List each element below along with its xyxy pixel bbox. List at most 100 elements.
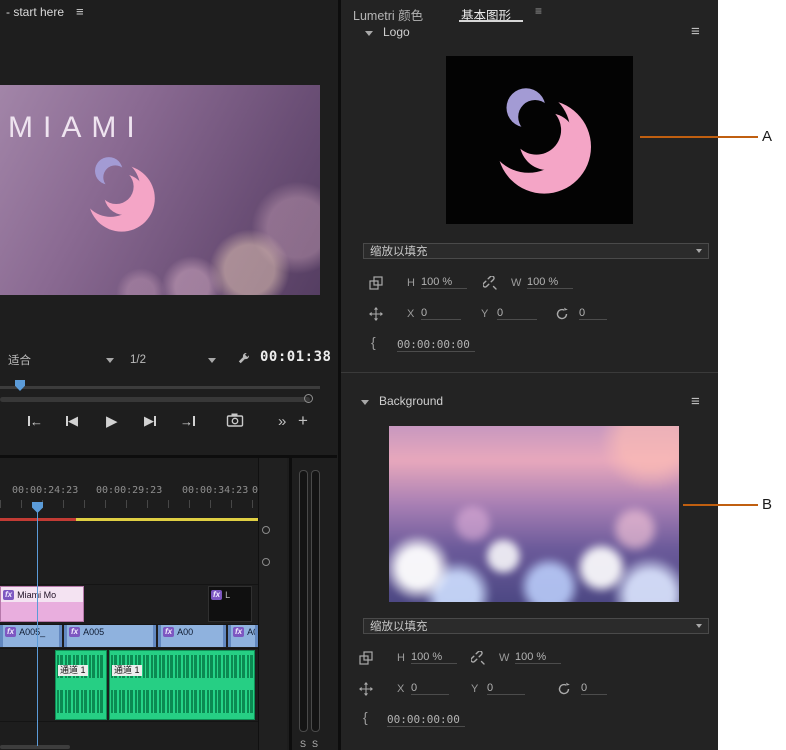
clip-label: A005: [83, 627, 105, 637]
tab-lumetri-color[interactable]: Lumetri 颜色: [353, 5, 423, 24]
video-clip-a005[interactable]: fx A005: [64, 625, 156, 647]
keyframe-brace-icon[interactable]: {: [371, 334, 376, 350]
section-timecode[interactable]: 00:00:00:00: [387, 713, 465, 727]
fx-badge[interactable]: fx: [211, 590, 223, 600]
rotation-value[interactable]: 0: [579, 307, 607, 320]
ruler-timecode: 00:00:34:23: [182, 485, 249, 496]
h-label: H: [407, 277, 415, 289]
scale-mode-dropdown[interactable]: 缩放以填充: [363, 243, 709, 259]
moon-logo-graphic: [88, 157, 155, 232]
unlink-icon[interactable]: [483, 276, 497, 290]
settings-wrench-icon[interactable]: [236, 351, 251, 366]
w-label: W: [499, 652, 510, 664]
program-timecode[interactable]: 00:01:38: [260, 349, 331, 365]
clip-label: A005_: [19, 627, 46, 637]
section-divider: [341, 372, 718, 373]
x-label: X: [407, 308, 415, 320]
clip-label: A0: [247, 627, 258, 637]
hamburger-menu-icon[interactable]: ≡: [76, 4, 84, 19]
video-clip-a005[interactable]: fx A0: [228, 625, 258, 647]
monitor-playhead[interactable]: [15, 380, 25, 391]
y-position-value[interactable]: 0: [487, 682, 525, 695]
height-value[interactable]: 100 %: [421, 276, 467, 289]
timeline-panel: 00:00:24:23 00:00:29:23 00:00:34:23 00 f…: [0, 455, 337, 750]
logo-layer-thumbnail[interactable]: [446, 56, 633, 224]
fit-dropdown[interactable]: 适合: [8, 352, 114, 368]
audio-clip[interactable]: 通道 1: [55, 650, 107, 720]
audio-clip[interactable]: 通道 1: [109, 650, 255, 720]
step-back-button[interactable]: ◀: [66, 411, 78, 431]
section-title-logo[interactable]: Logo: [383, 25, 410, 39]
work-area-bar-yellow: [76, 518, 258, 521]
rotation-icon[interactable]: [555, 307, 569, 321]
rotation-icon[interactable]: [557, 682, 571, 696]
audio-waveform: [57, 690, 105, 713]
ruler-timecode: 00:00:24:23: [12, 485, 79, 496]
tab-group-menu-icon[interactable]: ≡: [535, 4, 542, 18]
track-height-handle[interactable]: [262, 558, 270, 566]
ruler-timecode: 00:00:29:23: [96, 485, 163, 496]
scale-icon[interactable]: [369, 276, 383, 290]
video-clip-a005[interactable]: fx A00: [158, 625, 226, 647]
x-position-value[interactable]: 0: [411, 682, 449, 695]
button-editor-plus[interactable]: +: [298, 411, 308, 431]
zoom-scrollbar-handle[interactable]: [304, 394, 313, 403]
scale-icon[interactable]: [359, 651, 373, 665]
fx-badge[interactable]: fx: [69, 627, 81, 637]
program-monitor-preview: MIAMI: [0, 85, 320, 295]
step-forward-button[interactable]: ▶: [144, 411, 156, 431]
section-title-background[interactable]: Background: [379, 394, 443, 408]
fx-badge[interactable]: fx: [3, 589, 15, 600]
video-clip-lumetri[interactable]: fx L: [208, 586, 252, 622]
fx-badge[interactable]: fx: [233, 627, 245, 637]
goto-in-button[interactable]: ←: [28, 411, 43, 431]
unlink-icon[interactable]: [471, 651, 485, 665]
video-clip-miami[interactable]: fx Miami Mo: [0, 586, 84, 622]
window-title: - start here: [6, 5, 65, 19]
solo-button[interactable]: S: [300, 739, 306, 749]
panel-menu-icon[interactable]: ≡: [691, 23, 700, 40]
scale-mode-dropdown[interactable]: 缩放以填充: [363, 618, 709, 634]
height-value[interactable]: 100 %: [411, 651, 457, 664]
more-buttons-chevron[interactable]: »: [278, 411, 286, 431]
export-frame-camera-icon[interactable]: [226, 412, 244, 428]
keyframe-brace-icon[interactable]: {: [363, 709, 368, 725]
timeline-playhead-line[interactable]: [37, 504, 38, 746]
audio-meters-panel: S S: [289, 458, 337, 750]
position-icon[interactable]: [369, 307, 383, 321]
chevron-down-icon: [106, 357, 114, 363]
premiere-tutorial-screenshot: { "window": { "title": "- start here" },…: [0, 0, 786, 750]
width-value[interactable]: 100 %: [527, 276, 573, 289]
timeline-playhead-handle[interactable]: [32, 502, 43, 513]
video-clip-a005[interactable]: fx A005_: [0, 625, 62, 647]
chevron-down-icon: [208, 357, 216, 363]
width-value[interactable]: 100 %: [515, 651, 561, 664]
y-position-value[interactable]: 0: [497, 307, 537, 320]
monitor-zoom-scrollbar[interactable]: [0, 397, 310, 402]
x-position-value[interactable]: 0: [421, 307, 461, 320]
audio-meter-right: [311, 470, 320, 732]
play-icon: ▶: [106, 413, 118, 430]
resolution-dropdown-value: 1/2: [130, 354, 146, 366]
work-area-bar-red: [0, 518, 76, 521]
scale-mode-value: 缩放以填充: [370, 621, 428, 633]
panel-menu-icon[interactable]: ≡: [691, 393, 700, 410]
chevron-down-icon[interactable]: [361, 400, 369, 405]
position-icon[interactable]: [359, 682, 373, 696]
fx-badge[interactable]: fx: [5, 627, 17, 637]
rotation-value[interactable]: 0: [581, 682, 607, 695]
timeline-horizontal-scrollbar[interactable]: [0, 745, 70, 749]
play-button[interactable]: ▶: [106, 411, 118, 431]
timeline-track-scroll-column[interactable]: [258, 458, 287, 750]
fit-dropdown-value: 适合: [8, 355, 31, 367]
track-height-handle[interactable]: [262, 526, 270, 534]
playback-resolution-dropdown[interactable]: 1/2: [130, 352, 216, 368]
callout-label-b: B: [762, 496, 773, 513]
fx-badge[interactable]: fx: [163, 627, 175, 637]
chevron-down-icon[interactable]: [365, 31, 373, 36]
goto-out-button[interactable]: →: [180, 411, 195, 431]
solo-button[interactable]: S: [312, 739, 318, 749]
monitor-scrubber-track[interactable]: [0, 386, 320, 389]
background-layer-thumbnail[interactable]: [389, 426, 679, 602]
section-timecode[interactable]: 00:00:00:00: [397, 338, 475, 352]
